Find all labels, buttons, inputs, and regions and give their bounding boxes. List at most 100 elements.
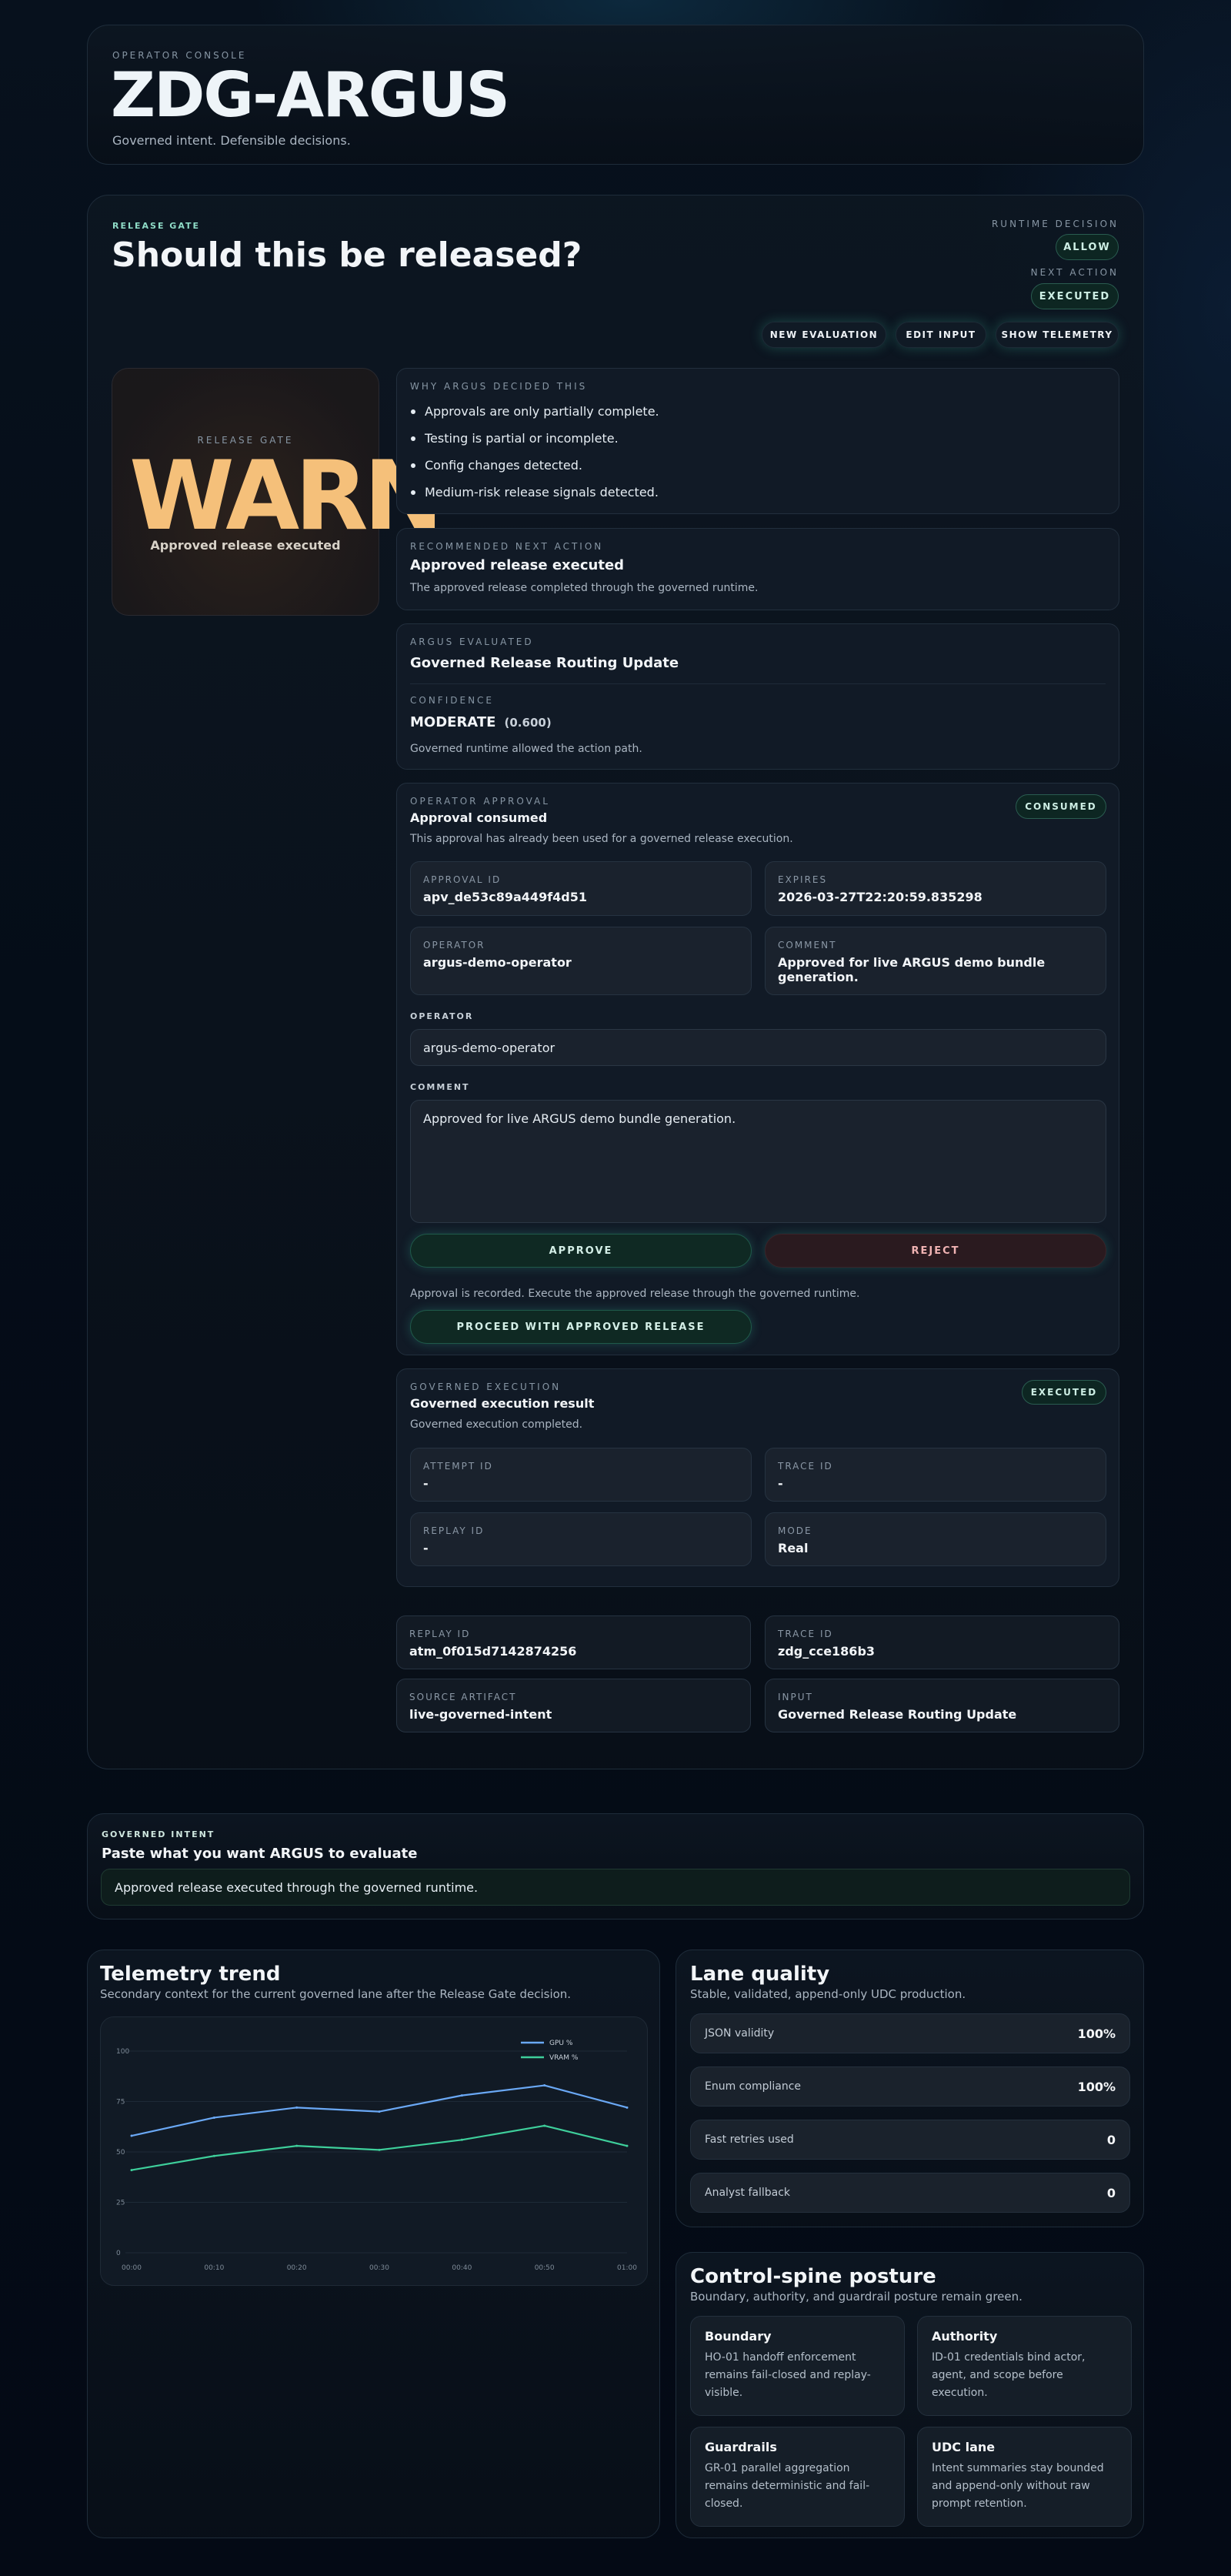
confidence-score: (0.600) (504, 716, 552, 730)
proceed-button[interactable]: PROCEED WITH APPROVED RELEASE (410, 1310, 752, 1344)
spine-tile-udc-lane: UDC lane Intent summaries stay bounded a… (917, 2427, 1132, 2527)
data-point (626, 2106, 629, 2109)
why-item: Testing is partial or incomplete. (411, 425, 659, 452)
series-line (131, 2124, 628, 2171)
data-point (460, 2138, 463, 2141)
data-point (212, 2154, 215, 2157)
x-tick-label: 01:00 (617, 2264, 637, 2272)
next-action-title: Approved release executed (410, 557, 625, 573)
data-point (378, 2110, 381, 2113)
new-evaluation-button[interactable]: NEW EVALUATION (762, 322, 886, 348)
x-tick-label: 00:10 (204, 2264, 224, 2272)
trace-id-tile: TRACE ID zdg_cce186b3 (765, 1615, 1119, 1669)
next-action-badge: EXECUTED (1031, 283, 1119, 309)
divider (410, 683, 1106, 684)
y-tick-label: 100 (116, 2048, 129, 2056)
data-point (295, 2106, 299, 2109)
trace-id-value: zdg_cce186b3 (778, 1644, 876, 1659)
lane-row-label: Analyst fallback (705, 2187, 790, 2199)
trace-id-label: TRACE ID (778, 1629, 833, 1639)
lane-row-json-validity: JSON validity 100% (690, 2013, 1130, 2053)
lane-row-value: 100% (1077, 2026, 1116, 2041)
y-tick-label: 25 (116, 2200, 125, 2207)
data-point (460, 2094, 463, 2097)
data-point (212, 2116, 215, 2119)
next-action-label: NEXT ACTION (1030, 267, 1119, 278)
replay-id-value: atm_0f015d7142874256 (409, 1644, 577, 1659)
spine-tile-desc: HO-01 handoff enforcement remains fail-c… (705, 2351, 871, 2399)
source-artifact-label: SOURCE ARTIFACT (409, 1692, 517, 1702)
expires-value: 2026-03-27T22:20:59.835298 (778, 890, 982, 904)
release-gate-panel: RELEASE GATE Should this be released? RU… (87, 195, 1144, 1769)
comment-textarea[interactable]: Approved for live ARGUS demo bundle gene… (410, 1100, 1106, 1223)
app-tagline: Governed intent. Defensible decisions. (112, 133, 351, 148)
execution-trace-id-label: TRACE ID (778, 1461, 833, 1472)
evaluated-value: Governed Release Routing Update (410, 655, 679, 671)
edit-input-button[interactable]: EDIT INPUT (896, 322, 986, 348)
replay-id-label: REPLAY ID (409, 1629, 471, 1639)
control-spine-panel: Control-spine posture Boundary, authorit… (676, 2252, 1144, 2538)
replay-id-tile: REPLAY ID atm_0f015d7142874256 (396, 1615, 751, 1669)
spine-tile-authority: Authority ID-01 credentials bind actor, … (917, 2316, 1132, 2416)
why-list: Approvals are only partially complete. T… (411, 398, 659, 506)
why-item: Medium-risk release signals detected. (411, 479, 659, 506)
execution-replay-id-tile: REPLAY ID - (410, 1512, 752, 1566)
data-point (543, 2084, 546, 2087)
intent-eyebrow: GOVERNED INTENT (102, 1829, 215, 1839)
evaluated-card: ARGUS EVALUATED Governed Release Routing… (396, 623, 1119, 770)
intent-input[interactable]: Approved release executed through the go… (101, 1869, 1130, 1906)
operator-field-label: OPERATOR (410, 1011, 474, 1021)
execution-replay-id-value: - (423, 1541, 429, 1555)
confidence-label: CONFIDENCE (410, 695, 495, 706)
approval-label: OPERATOR APPROVAL (410, 796, 550, 807)
release-eyebrow: RELEASE GATE (112, 221, 200, 231)
spine-tile-desc: ID-01 credentials bind actor, agent, and… (932, 2351, 1086, 2399)
spine-tile-boundary: Boundary HO-01 handoff enforcement remai… (690, 2316, 905, 2416)
confidence-note: Governed runtime allowed the action path… (410, 743, 642, 755)
confidence-value: MODERATE (410, 714, 496, 730)
telemetry-chart: 0 25 50 75 100 00:00 00:10 00:20 00:30 00:40 00:50… (116, 2040, 637, 2272)
why-label: WHY ARGUS DECIDED THIS (410, 381, 588, 392)
comment-label: COMMENT (778, 940, 837, 951)
expires-tile: EXPIRES 2026-03-27T22:20:59.835298 (765, 861, 1106, 916)
release-question: Should this be released? (112, 236, 582, 275)
governed-execution-card: GOVERNED EXECUTION Governed execution re… (396, 1368, 1119, 1587)
x-tick-label: 00:20 (287, 2264, 307, 2272)
operator-approval-card: OPERATOR APPROVAL Approval consumed CONS… (396, 783, 1119, 1355)
input-value: Governed Release Routing Update (778, 1707, 1017, 1722)
legend-label: VRAM % (549, 2054, 579, 2062)
lane-subtitle: Stable, validated, append-only UDC produ… (690, 1987, 966, 2001)
approval-id-tile: APPROVAL ID apv_de53c89a449f4d51 (410, 861, 752, 916)
data-point (295, 2144, 299, 2147)
approval-recorded-note: Approval is recorded. Execute the approv… (410, 1288, 860, 1300)
expires-label: EXPIRES (778, 874, 828, 885)
mode-label: MODE (778, 1525, 812, 1536)
spine-subtitle: Boundary, authority, and guardrail postu… (690, 2290, 1022, 2304)
mode-value: Real (778, 1541, 809, 1555)
operator-input[interactable]: argus-demo-operator (410, 1029, 1106, 1066)
reject-button[interactable]: REJECT (765, 1234, 1106, 1268)
approval-id-label: APPROVAL ID (423, 874, 502, 885)
lane-row-value: 100% (1077, 2080, 1116, 2094)
next-action-card-label: RECOMMENDED NEXT ACTION (410, 541, 604, 552)
spine-tile-title: Authority (932, 2329, 998, 2344)
gate-status-caption: Approved release executed (150, 538, 341, 553)
approval-desc: This approval has already been used for … (410, 833, 793, 845)
attempt-id-label: ATTEMPT ID (423, 1461, 493, 1472)
next-action-desc: The approved release completed through t… (410, 582, 759, 594)
data-point (378, 2148, 381, 2151)
header-panel: OPERATOR CONSOLE ZDG-ARGUS Governed inte… (87, 25, 1144, 165)
legend-label: GPU % (549, 2040, 573, 2047)
y-tick-label: 0 (116, 2250, 121, 2257)
execution-trace-id-value: - (778, 1476, 783, 1491)
comment-value: Approved for live ARGUS demo bundle gene… (778, 955, 1046, 984)
confidence-row: MODERATE (0.600) (410, 714, 552, 730)
execution-replay-id-label: REPLAY ID (423, 1525, 485, 1536)
why-card: WHY ARGUS DECIDED THIS Approvals are onl… (396, 368, 1119, 514)
runtime-decision-badge: ALLOW (1056, 234, 1119, 260)
execution-label: GOVERNED EXECUTION (410, 1382, 562, 1392)
spine-tile-guardrails: Guardrails GR-01 parallel aggregation re… (690, 2427, 905, 2527)
x-tick-label: 00:40 (452, 2264, 472, 2272)
show-telemetry-button[interactable]: SHOW TELEMETRY (996, 322, 1119, 348)
approve-button[interactable]: APPROVE (410, 1234, 752, 1268)
